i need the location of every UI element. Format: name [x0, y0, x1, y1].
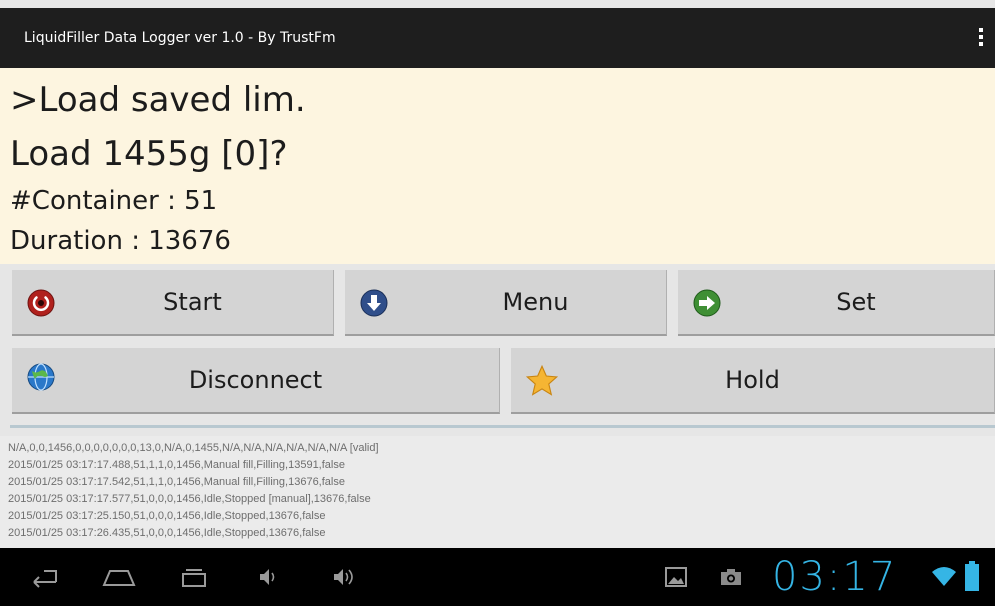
camera-icon[interactable]: [718, 565, 744, 589]
container-count: #Container : 51: [10, 186, 218, 216]
volume-down-icon[interactable]: [256, 565, 280, 589]
arrow-down-circle-icon: [360, 289, 388, 317]
duration-value: Duration : 13676: [10, 226, 231, 256]
menu-button[interactable]: Menu: [345, 270, 667, 336]
log-line: 2015/01/25 03:17:17.542,51,1,1,0,1456,Ma…: [8, 476, 345, 488]
data-log: N/A,0,0,1456,0,0,0,0,0,0,0,13,0,N/A,0,14…: [0, 436, 995, 548]
wifi-icon: [932, 567, 956, 586]
action-bar: LiquidFiller Data Logger ver 1.0 - By Tr…: [0, 8, 995, 68]
log-line: 2015/01/25 03:17:17.577,51,0,0,0,1456,Id…: [8, 493, 371, 505]
overflow-menu-icon[interactable]: [973, 26, 989, 50]
menu-label: Menu: [502, 288, 569, 316]
divider: [10, 425, 995, 428]
status-display: >Load saved lim. Load 1455g [0]? #Contai…: [0, 68, 995, 264]
display-line-prompt: >Load saved lim.: [10, 80, 306, 120]
set-button[interactable]: Set: [678, 270, 995, 336]
set-label: Set: [836, 288, 876, 316]
disconnect-label: Disconnect: [188, 366, 323, 394]
disconnect-button[interactable]: Disconnect: [12, 348, 500, 414]
gallery-icon[interactable]: [664, 565, 688, 589]
start-button[interactable]: Start: [12, 270, 334, 336]
battery-icon: [965, 561, 979, 591]
start-label: Start: [163, 288, 222, 316]
home-icon[interactable]: [100, 565, 138, 589]
volume-up-icon[interactable]: [330, 565, 358, 589]
hold-button[interactable]: Hold: [511, 348, 995, 414]
log-line: 2015/01/25 03:17:26.435,51,0,0,0,1456,Id…: [8, 527, 326, 539]
clock: 03:17: [772, 554, 898, 600]
log-line: N/A,0,0,1456,0,0,0,0,0,0,0,13,0,N/A,0,14…: [8, 442, 379, 454]
recent-apps-icon[interactable]: [177, 565, 211, 589]
app-title: LiquidFiller Data Logger ver 1.0 - By Tr…: [24, 30, 336, 46]
hold-label: Hold: [725, 366, 780, 394]
app-screen: LiquidFiller Data Logger ver 1.0 - By Tr…: [0, 0, 995, 606]
log-line: 2015/01/25 03:17:17.488,51,1,1,0,1456,Ma…: [8, 459, 345, 471]
system-bar: 03:17: [0, 548, 995, 606]
back-icon[interactable]: [26, 565, 60, 589]
log-line: 2015/01/25 03:17:25.150,51,0,0,0,1456,Id…: [8, 510, 326, 522]
display-line-question: Load 1455g [0]?: [10, 134, 288, 174]
